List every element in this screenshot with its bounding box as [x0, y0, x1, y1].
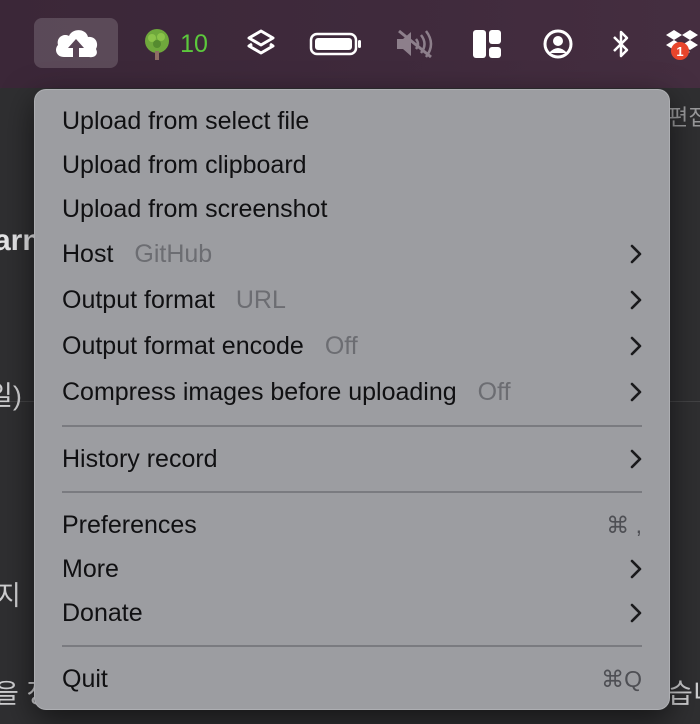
battery-menubar-item[interactable]	[308, 0, 364, 88]
menu-separator	[62, 645, 642, 647]
forest-menubar-item[interactable]: 10	[134, 0, 214, 88]
menu-item-label: Upload from clipboard	[62, 150, 307, 179]
chevron-right-icon	[630, 244, 642, 264]
cloud-upload-icon	[56, 30, 98, 58]
bluetooth-menubar-item[interactable]	[606, 0, 636, 88]
menu-item-quit[interactable]: Quit ⌘Q	[44, 657, 660, 701]
background-text: 편집	[668, 105, 700, 130]
menu-item-label: History record	[62, 444, 218, 473]
menu-separator	[62, 491, 642, 493]
dropbox-menubar-item[interactable]: 1	[664, 0, 700, 88]
dropbox-badge: 1	[676, 44, 683, 59]
background-text: 습니	[668, 679, 700, 709]
chevron-right-icon	[630, 290, 642, 310]
menu-item-label: Output format encode	[62, 331, 304, 360]
background-text: 지	[0, 581, 21, 611]
chevron-right-icon	[630, 449, 642, 469]
menu-item-label: Upload from screenshot	[62, 194, 328, 223]
menu-item-label: Preferences	[62, 510, 197, 539]
menu-item-value: GitHub	[134, 239, 213, 268]
layout-menubar-item[interactable]	[470, 0, 504, 88]
sound-menubar-item[interactable]	[392, 0, 438, 88]
keyboard-shortcut: ⌘Q	[601, 665, 642, 692]
user-circle-icon	[543, 29, 573, 59]
menu-separator	[62, 425, 642, 427]
menu-item-value: Off	[477, 377, 511, 406]
menu-item-label: More	[62, 554, 119, 583]
picgo-dropdown-menu: Upload from select file Upload from clip…	[34, 89, 670, 710]
tree-icon	[145, 29, 170, 60]
menu-item-donate[interactable]: Donate	[44, 591, 660, 635]
keyboard-shortcut: ⌘ ,	[606, 511, 642, 538]
menu-item-upload-file[interactable]: Upload from select file	[44, 99, 660, 143]
layout-icon	[473, 30, 501, 58]
battery-icon	[309, 32, 361, 56]
menu-item-output-format-encode[interactable]: Output format encode Off	[44, 323, 660, 369]
picgo-menubar-button[interactable]	[34, 18, 118, 68]
menu-item-label: Output format	[62, 285, 215, 314]
layers-menubar-item[interactable]	[242, 0, 280, 88]
dropbox-icon: 1	[666, 30, 698, 60]
chevron-right-icon	[630, 382, 642, 402]
menu-item-label: Host	[62, 239, 114, 268]
menu-item-history-record[interactable]: History record	[44, 437, 660, 481]
menu-item-label: Upload from select file	[62, 106, 310, 135]
menu-item-output-format[interactable]: Output format URL	[44, 277, 660, 323]
menu-item-upload-screenshot[interactable]: Upload from screenshot	[44, 187, 660, 231]
account-menubar-item[interactable]	[540, 0, 576, 88]
forest-count: 10	[180, 29, 208, 58]
menu-item-value: URL	[235, 285, 286, 314]
menu-item-label: Compress images before uploading	[62, 377, 457, 406]
bluetooth-icon	[613, 30, 629, 58]
menu-item-host[interactable]: Host GitHub	[44, 231, 660, 277]
menu-item-value: Off	[324, 331, 358, 360]
menu-item-compress-images[interactable]: Compress images before uploading Off	[44, 369, 660, 415]
layers-icon	[247, 29, 275, 55]
menu-item-more[interactable]: More	[44, 547, 660, 591]
menu-item-preferences[interactable]: Preferences ⌘ ,	[44, 503, 660, 547]
menu-item-upload-clipboard[interactable]: Upload from clipboard	[44, 143, 660, 187]
chevron-right-icon	[630, 336, 642, 356]
speaker-muted-icon	[397, 29, 433, 59]
chevron-right-icon	[630, 603, 642, 623]
menu-bar: 10 1	[0, 0, 700, 88]
menu-item-label: Quit	[62, 664, 108, 693]
background-text: 일)	[0, 381, 22, 411]
menu-item-label: Donate	[62, 598, 143, 627]
chevron-right-icon	[630, 559, 642, 579]
